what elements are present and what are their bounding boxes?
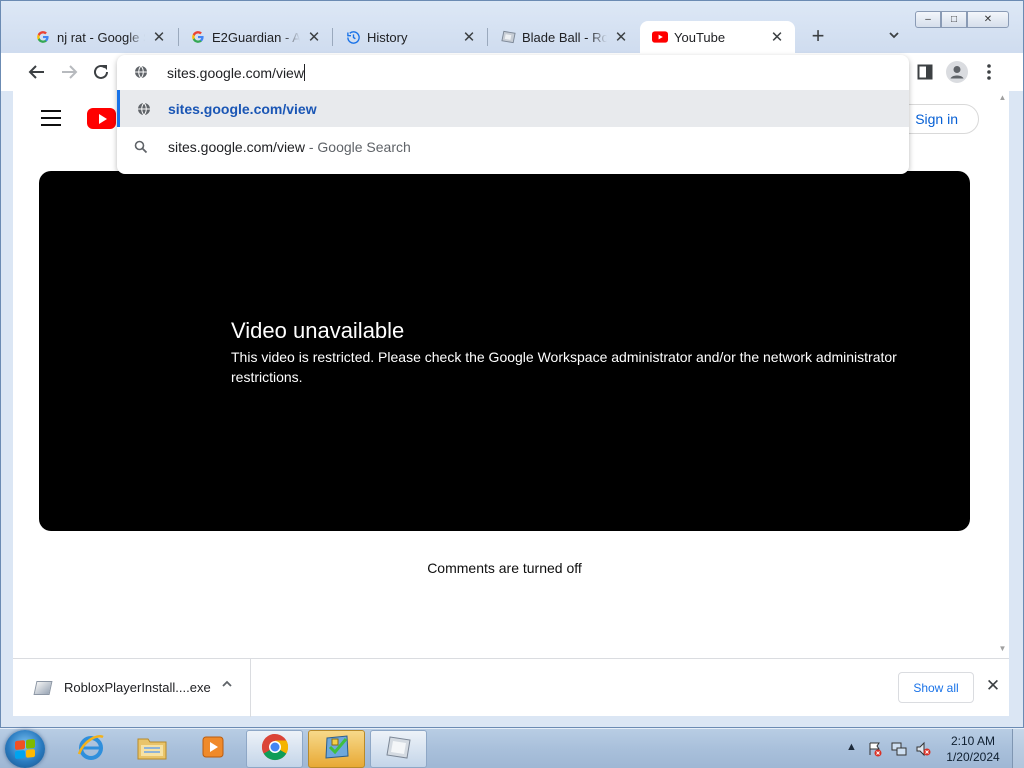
installer-icon <box>384 733 414 766</box>
google-g-icon <box>190 29 206 45</box>
chevron-up-icon[interactable] <box>219 677 235 697</box>
back-button[interactable] <box>25 60 49 84</box>
forward-button[interactable] <box>57 60 81 84</box>
hamburger-menu-icon[interactable] <box>41 110 61 126</box>
minimize-button[interactable]: – <box>915 11 941 28</box>
close-icon[interactable]: ✕ <box>306 29 322 46</box>
download-filename: RobloxPlayerInstall....exe <box>64 680 211 695</box>
google-g-icon <box>35 29 51 45</box>
close-icon[interactable]: ✕ <box>769 29 785 46</box>
youtube-icon <box>652 29 668 45</box>
chrome-menu-button[interactable] <box>977 60 1001 84</box>
taskbar-internet-explorer[interactable] <box>62 730 119 768</box>
tab-nj-rat-search[interactable]: nj rat - Google Search ✕ <box>23 21 177 53</box>
tab-blade-ball[interactable]: Blade Ball - Roblox ✕ <box>488 21 639 53</box>
history-icon <box>345 29 361 45</box>
clock-time: 2:10 AM <box>950 734 996 748</box>
youtube-page: Sign in Video unavailable This video is … <box>13 91 1009 658</box>
suggestion-text-wrap: sites.google.com/view - Google Search <box>168 139 411 155</box>
tab-title: History <box>367 29 408 45</box>
suggestion-text: sites.google.com/view <box>168 101 317 117</box>
clock-date: 1/20/2024 <box>946 750 1000 764</box>
action-center-icon[interactable] <box>867 741 883 760</box>
taskbar-chrome[interactable] <box>246 730 303 768</box>
youtube-logo-icon[interactable] <box>87 108 116 129</box>
download-bar: RobloxPlayerInstall....exe Show all ✕ <box>13 658 1009 717</box>
chrome-icon <box>260 732 290 767</box>
tab-title: YouTube <box>674 29 726 45</box>
start-button[interactable] <box>5 730 45 768</box>
address-bar[interactable] <box>117 55 909 89</box>
page-scrollbar[interactable]: ▲ ▼ <box>996 91 1009 658</box>
media-player-icon <box>199 733 227 766</box>
system-clock[interactable]: 2:10 AM 1/20/2024 <box>943 733 1003 765</box>
installer-file-icon <box>33 681 53 695</box>
comments-status: Comments are turned off <box>427 560 582 576</box>
close-icon[interactable]: ✕ <box>613 29 629 46</box>
globe-icon <box>136 101 152 117</box>
show-all-downloads-button[interactable]: Show all <box>898 672 974 703</box>
show-desktop-button[interactable] <box>1012 729 1024 768</box>
tab-title: Blade Ball - Roblox <box>522 29 607 45</box>
scroll-up-icon[interactable]: ▲ <box>998 93 1007 102</box>
windows-taskbar: ▲ 2:10 AM 1/20/2024 <box>0 728 1024 768</box>
scroll-down-icon[interactable]: ▼ <box>998 644 1007 653</box>
suggestion-text: sites.google.com/view <box>168 139 305 155</box>
taskbar-media-player[interactable] <box>184 730 241 768</box>
omnibox-suggestion-url[interactable]: sites.google.com/view <box>117 90 909 127</box>
taskbar-installer[interactable] <box>370 730 427 768</box>
tab-youtube[interactable]: YouTube ✕ <box>640 21 795 53</box>
new-tab-button[interactable]: + <box>807 25 829 48</box>
show-hidden-icons-icon[interactable]: ▲ <box>846 741 857 753</box>
tab-e2guardian[interactable]: E2Guardian - Access Denied ✕ <box>178 21 332 53</box>
maximize-button[interactable]: □ <box>941 11 967 28</box>
profile-avatar-button[interactable] <box>945 60 969 84</box>
reload-button[interactable] <box>89 60 113 84</box>
text-cursor <box>304 64 305 81</box>
volume-muted-icon[interactable] <box>915 741 931 760</box>
suggestion-suffix: - Google Search <box>304 139 411 155</box>
internet-explorer-icon <box>76 732 106 767</box>
side-panel-button[interactable] <box>913 60 937 84</box>
omnibox-suggestion-search[interactable]: sites.google.com/view - Google Search <box>117 128 909 165</box>
taskbar-app[interactable] <box>308 730 365 768</box>
close-icon[interactable]: ✕ <box>461 29 477 46</box>
address-input[interactable] <box>167 63 867 83</box>
close-icon[interactable]: ✕ <box>151 29 167 46</box>
app-icon <box>322 733 352 766</box>
network-icon[interactable] <box>891 741 907 760</box>
close-icon[interactable]: ✕ <box>983 676 1003 696</box>
video-player[interactable]: Video unavailable This video is restrict… <box>39 171 970 531</box>
roblox-icon <box>500 29 516 45</box>
tab-history[interactable]: History ✕ <box>333 21 487 53</box>
tab-title: E2Guardian - Access Denied <box>212 29 300 45</box>
windows-logo-icon <box>15 738 35 760</box>
video-restricted-message: This video is restricted. Please check t… <box>231 349 897 385</box>
omnibox-dropdown: sites.google.com/view sites.google.com/v… <box>117 55 909 174</box>
tab-strip: – □ ✕ nj rat - Google Search ✕ E2Guardia… <box>1 1 1023 53</box>
chrome-window: – □ ✕ nj rat - Google Search ✕ E2Guardia… <box>0 0 1024 728</box>
download-item[interactable]: RobloxPlayerInstall....exe <box>13 659 251 717</box>
globe-icon <box>134 65 148 84</box>
video-unavailable-title: Video unavailable <box>231 318 405 343</box>
window-caption-buttons: – □ ✕ <box>915 11 1009 28</box>
system-tray: ▲ 2:10 AM 1/20/2024 <box>843 729 1024 768</box>
tab-title: nj rat - Google Search <box>57 29 145 45</box>
taskbar-file-explorer[interactable] <box>123 730 180 768</box>
tab-search-button[interactable] <box>885 28 903 46</box>
search-icon <box>133 139 149 155</box>
file-explorer-icon <box>136 733 168 766</box>
close-window-button[interactable]: ✕ <box>967 11 1009 28</box>
